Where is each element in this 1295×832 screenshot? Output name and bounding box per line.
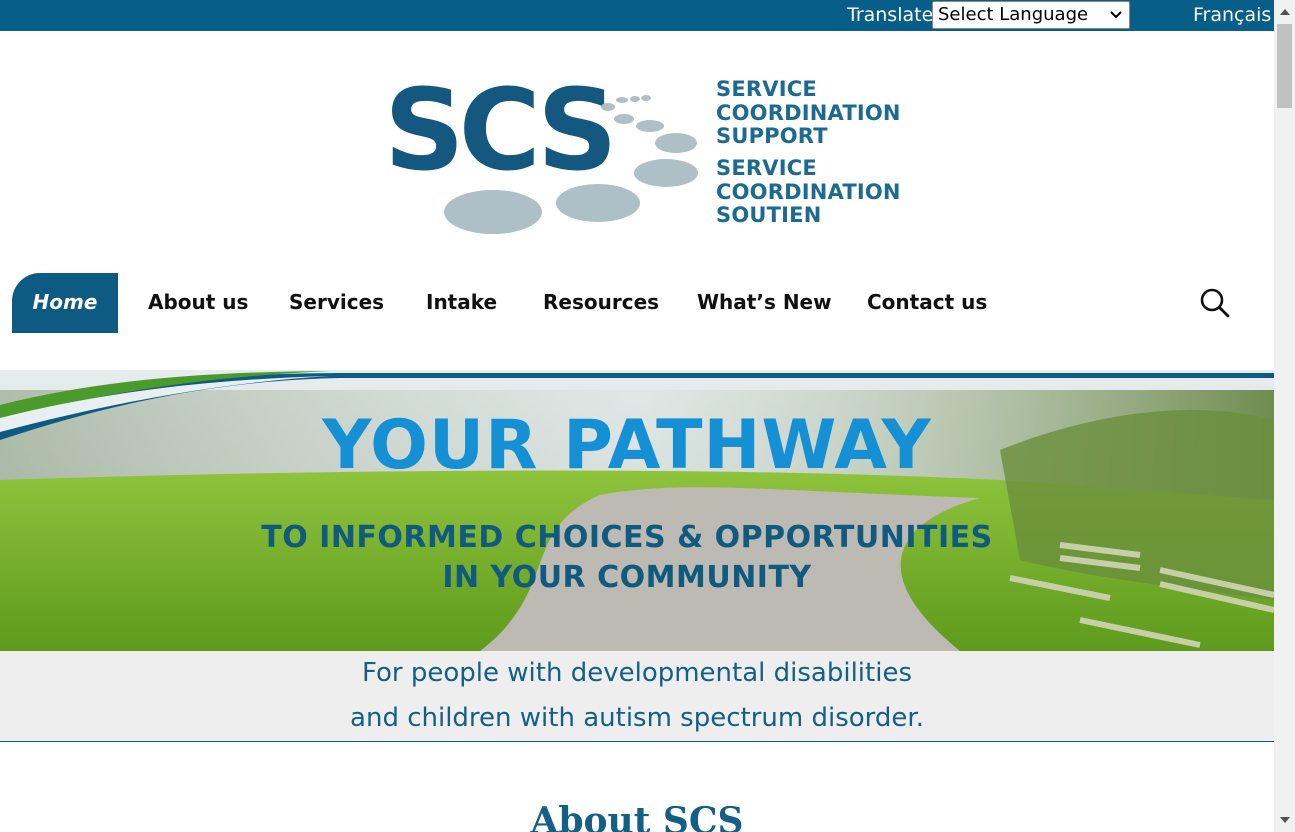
language-select[interactable]: Select Language xyxy=(932,1,1130,29)
logo-line: SERVICE xyxy=(716,77,817,101)
logo-line: COORDINATION xyxy=(716,179,901,204)
nav-item-services[interactable]: Services xyxy=(289,273,384,333)
logo-wordmark-fr: SERVICE COORDINATION SOUTIEN xyxy=(716,156,901,228)
chevron-down-icon xyxy=(1110,11,1122,19)
scroll-thumb[interactable] xyxy=(1277,24,1292,108)
logo-letters: SCS xyxy=(386,66,612,196)
hero-title: YOUR PATHWAY xyxy=(322,406,932,485)
top-bar: Translate: Select Language Français xyxy=(0,0,1274,31)
hero-subtitle-line1: TO INFORMED CHOICES & OPPORTUNITIES xyxy=(261,520,993,555)
search-icon[interactable] xyxy=(1199,287,1231,319)
tagline-line1: For people with developmental disabiliti… xyxy=(362,658,912,688)
nav-item-contact-us[interactable]: Contact us xyxy=(867,273,987,333)
hero-banner: YOUR PATHWAY TO INFORMED CHOICES & OPPOR… xyxy=(0,370,1274,651)
main-nav: Home About us Services Intake Resources … xyxy=(0,273,1274,333)
about-heading: About SCS xyxy=(530,800,744,832)
nav-item-whats-new[interactable]: What’s New xyxy=(697,273,832,333)
nav-item-about-us[interactable]: About us xyxy=(148,273,248,333)
french-language-link[interactable]: Français xyxy=(1193,4,1271,26)
nav-item-home[interactable]: Home xyxy=(12,273,118,333)
tagline-band: For people with developmental disabiliti… xyxy=(0,651,1274,742)
translate-label: Translate: xyxy=(847,4,940,26)
logo-line: SOUTIEN xyxy=(716,203,822,227)
scroll-up-arrow-icon[interactable] xyxy=(1274,0,1295,24)
hero-subtitle-line2: IN YOUR COMMUNITY xyxy=(442,560,812,595)
language-select-value: Select Language xyxy=(938,4,1089,25)
tagline-line2: and children with autism spectrum disord… xyxy=(350,703,924,733)
logo-line: COORDINATION xyxy=(716,100,901,125)
logo-line: SERVICE xyxy=(716,156,817,180)
nav-item-resources[interactable]: Resources xyxy=(543,273,659,333)
nav-item-intake[interactable]: Intake xyxy=(426,273,497,333)
page-scrollbar[interactable] xyxy=(1274,0,1295,832)
logo-wordmark: SERVICE COORDINATION SUPPORT xyxy=(716,77,901,149)
logo-line: SUPPORT xyxy=(716,124,828,148)
scroll-down-arrow-icon[interactable] xyxy=(1274,808,1295,832)
